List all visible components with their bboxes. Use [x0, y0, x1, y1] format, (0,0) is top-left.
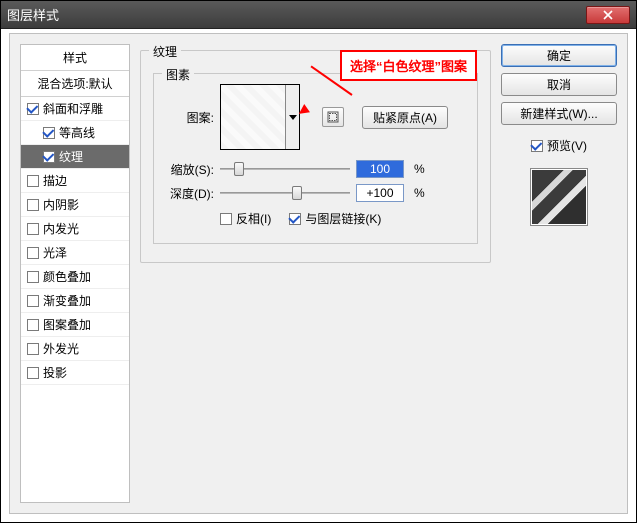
scale-input[interactable]: 100 [356, 160, 404, 178]
preview-label: 预览(V) [547, 137, 587, 154]
layer-style-dialog: 图层样式 样式 混合选项:默认 斜面和浮雕等高线纹理描边内阴影内发光光泽颜色叠加… [0, 0, 637, 523]
style-item-4[interactable]: 内阴影 [21, 193, 129, 217]
checkbox-icon[interactable] [27, 319, 39, 331]
checkbox-row: 反相(I) 与图层链接(K) [164, 210, 467, 227]
style-item-0[interactable]: 斜面和浮雕 [21, 97, 129, 121]
new-preset-button[interactable] [322, 107, 344, 127]
checkbox-icon[interactable] [27, 271, 39, 283]
new-style-button[interactable]: 新建样式(W)... [501, 102, 617, 125]
scale-label: 缩放(S): [164, 161, 214, 178]
style-item-label: 渐变叠加 [43, 292, 91, 309]
checkbox-icon[interactable] [27, 103, 39, 115]
style-item-label: 内发光 [43, 220, 79, 237]
checkbox-icon[interactable] [27, 199, 39, 211]
dialog-buttons: 确定 取消 新建样式(W)... 预览(V) [501, 44, 617, 503]
style-item-7[interactable]: 颜色叠加 [21, 265, 129, 289]
styles-header: 样式 [21, 45, 129, 71]
checkbox-icon[interactable] [27, 343, 39, 355]
link-label: 与图层链接(K) [305, 210, 381, 227]
percent-label: % [414, 186, 425, 200]
style-item-label: 斜面和浮雕 [43, 100, 103, 117]
checkbox-icon [531, 140, 543, 152]
checkbox-icon[interactable] [27, 367, 39, 379]
style-item-label: 纹理 [59, 148, 83, 165]
close-button[interactable] [586, 6, 630, 24]
element-group: 图素 图案: 贴紧原点(A) [153, 73, 478, 244]
preview-checkbox[interactable]: 预览(V) [501, 137, 617, 154]
checkbox-icon[interactable] [43, 127, 55, 139]
style-item-label: 内阴影 [43, 196, 79, 213]
style-item-label: 颜色叠加 [43, 268, 91, 285]
style-item-1[interactable]: 等高线 [21, 121, 129, 145]
blend-options[interactable]: 混合选项:默认 [21, 71, 129, 97]
cancel-button[interactable]: 取消 [501, 73, 617, 96]
checkbox-icon[interactable] [27, 247, 39, 259]
texture-group-legend: 纹理 [149, 43, 181, 60]
pattern-picker[interactable] [220, 84, 300, 150]
style-item-3[interactable]: 描边 [21, 169, 129, 193]
annotation-callout: 选择“白色纹理”图案 [340, 50, 477, 81]
chevron-down-icon[interactable] [285, 85, 299, 149]
depth-label: 深度(D): [164, 185, 214, 202]
depth-slider[interactable] [220, 185, 350, 201]
preview-thumbnail [530, 168, 588, 226]
style-item-5[interactable]: 内发光 [21, 217, 129, 241]
invert-label: 反相(I) [236, 210, 271, 227]
snap-origin-button[interactable]: 贴紧原点(A) [362, 106, 448, 129]
scale-row: 缩放(S): 100 % [164, 160, 467, 178]
style-item-label: 投影 [43, 364, 67, 381]
style-item-label: 等高线 [59, 124, 95, 141]
slider-thumb[interactable] [234, 162, 244, 176]
style-item-label: 描边 [43, 172, 67, 189]
style-item-label: 图案叠加 [43, 316, 91, 333]
pattern-swatch [221, 85, 285, 149]
checkbox-icon[interactable] [27, 223, 39, 235]
link-checkbox[interactable]: 与图层链接(K) [289, 210, 381, 227]
settings-area: 纹理 图素 图案: 贴紧原点(A) [140, 44, 491, 503]
depth-row: 深度(D): +100 % [164, 184, 467, 202]
texture-group: 纹理 图素 图案: 贴紧原点(A) [140, 50, 491, 263]
styles-list: 斜面和浮雕等高线纹理描边内阴影内发光光泽颜色叠加渐变叠加图案叠加外发光投影 [21, 97, 129, 385]
pattern-label: 图案: [164, 109, 214, 126]
scale-slider[interactable] [220, 161, 350, 177]
element-group-legend: 图素 [162, 66, 194, 83]
checkbox-icon [289, 213, 301, 225]
slider-thumb[interactable] [292, 186, 302, 200]
checkbox-icon[interactable] [43, 151, 55, 163]
style-item-11[interactable]: 投影 [21, 361, 129, 385]
new-preset-icon [327, 111, 339, 123]
checkbox-icon[interactable] [27, 175, 39, 187]
checkbox-icon [220, 213, 232, 225]
depth-input[interactable]: +100 [356, 184, 404, 202]
style-item-10[interactable]: 外发光 [21, 337, 129, 361]
invert-checkbox[interactable]: 反相(I) [220, 210, 271, 227]
style-item-9[interactable]: 图案叠加 [21, 313, 129, 337]
dialog-content: 样式 混合选项:默认 斜面和浮雕等高线纹理描边内阴影内发光光泽颜色叠加渐变叠加图… [9, 33, 628, 514]
style-item-6[interactable]: 光泽 [21, 241, 129, 265]
style-item-label: 外发光 [43, 340, 79, 357]
close-icon [603, 10, 613, 20]
styles-panel: 样式 混合选项:默认 斜面和浮雕等高线纹理描边内阴影内发光光泽颜色叠加渐变叠加图… [20, 44, 130, 503]
style-item-label: 光泽 [43, 244, 67, 261]
checkbox-icon[interactable] [27, 295, 39, 307]
window-title: 图层样式 [7, 5, 59, 24]
style-item-8[interactable]: 渐变叠加 [21, 289, 129, 313]
percent-label: % [414, 162, 425, 176]
titlebar[interactable]: 图层样式 [1, 1, 636, 29]
ok-button[interactable]: 确定 [501, 44, 617, 67]
style-item-2[interactable]: 纹理 [21, 145, 129, 169]
pattern-row: 图案: 贴紧原点(A) [164, 84, 467, 150]
